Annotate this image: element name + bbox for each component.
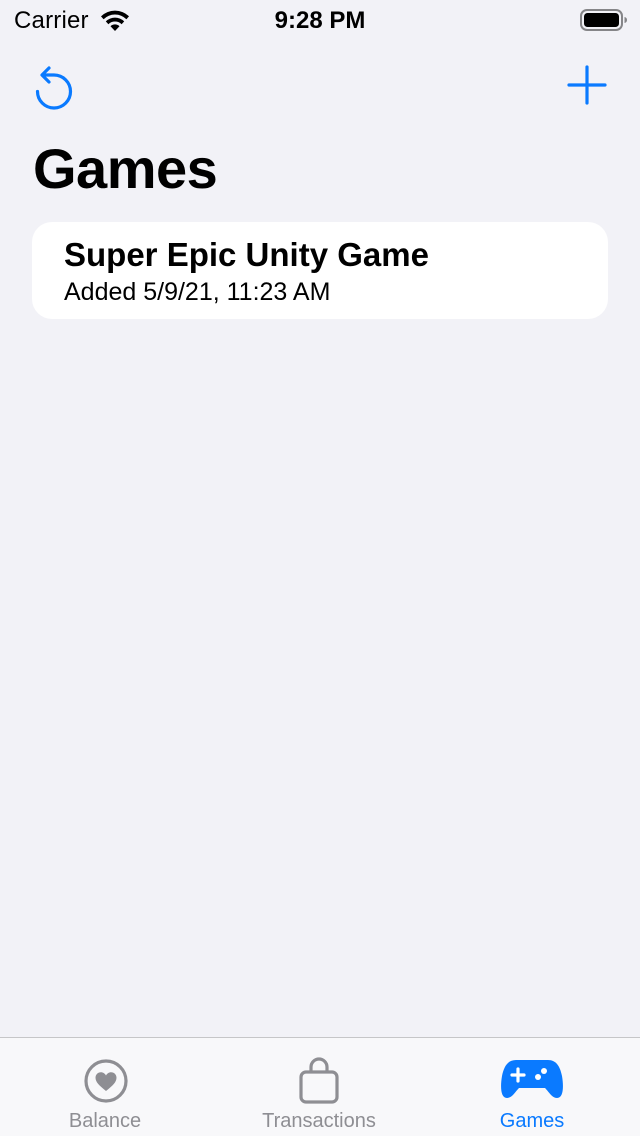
tab-transactions[interactable]: Transactions [244, 1038, 394, 1136]
tab-label-balance: Balance [68, 1110, 142, 1132]
game-list-item[interactable]: Super Epic Unity Game Added 5/9/21, 11:2… [32, 222, 608, 319]
status-time: 9:28 PM [274, 7, 366, 34]
plus-icon [567, 65, 607, 105]
heart-circle-icon [84, 1059, 128, 1103]
tab-balance[interactable]: Balance [40, 1038, 170, 1136]
game-name: Super Epic Unity Game [64, 236, 429, 273]
add-game-button[interactable] [564, 62, 610, 108]
tab-games[interactable]: Games [470, 1038, 594, 1136]
bag-icon [299, 1057, 339, 1104]
refresh-button[interactable] [30, 58, 78, 110]
tab-label-games: Games [499, 1110, 565, 1132]
game-added-date: Added 5/9/21, 11:23 AM [64, 278, 331, 306]
battery-icon [580, 9, 627, 31]
status-bar: Carrier 9:28 PM [0, 0, 640, 40]
app-screen: Carrier 9:28 PM Games Super Epic Unity G… [0, 0, 640, 1136]
gamecontroller-icon [501, 1060, 563, 1098]
page-title: Games [33, 137, 218, 200]
refresh-icon [35, 66, 73, 110]
tab-bar: Balance Transactions Games [0, 1037, 640, 1136]
tab-label-transactions: Transactions [262, 1110, 376, 1132]
